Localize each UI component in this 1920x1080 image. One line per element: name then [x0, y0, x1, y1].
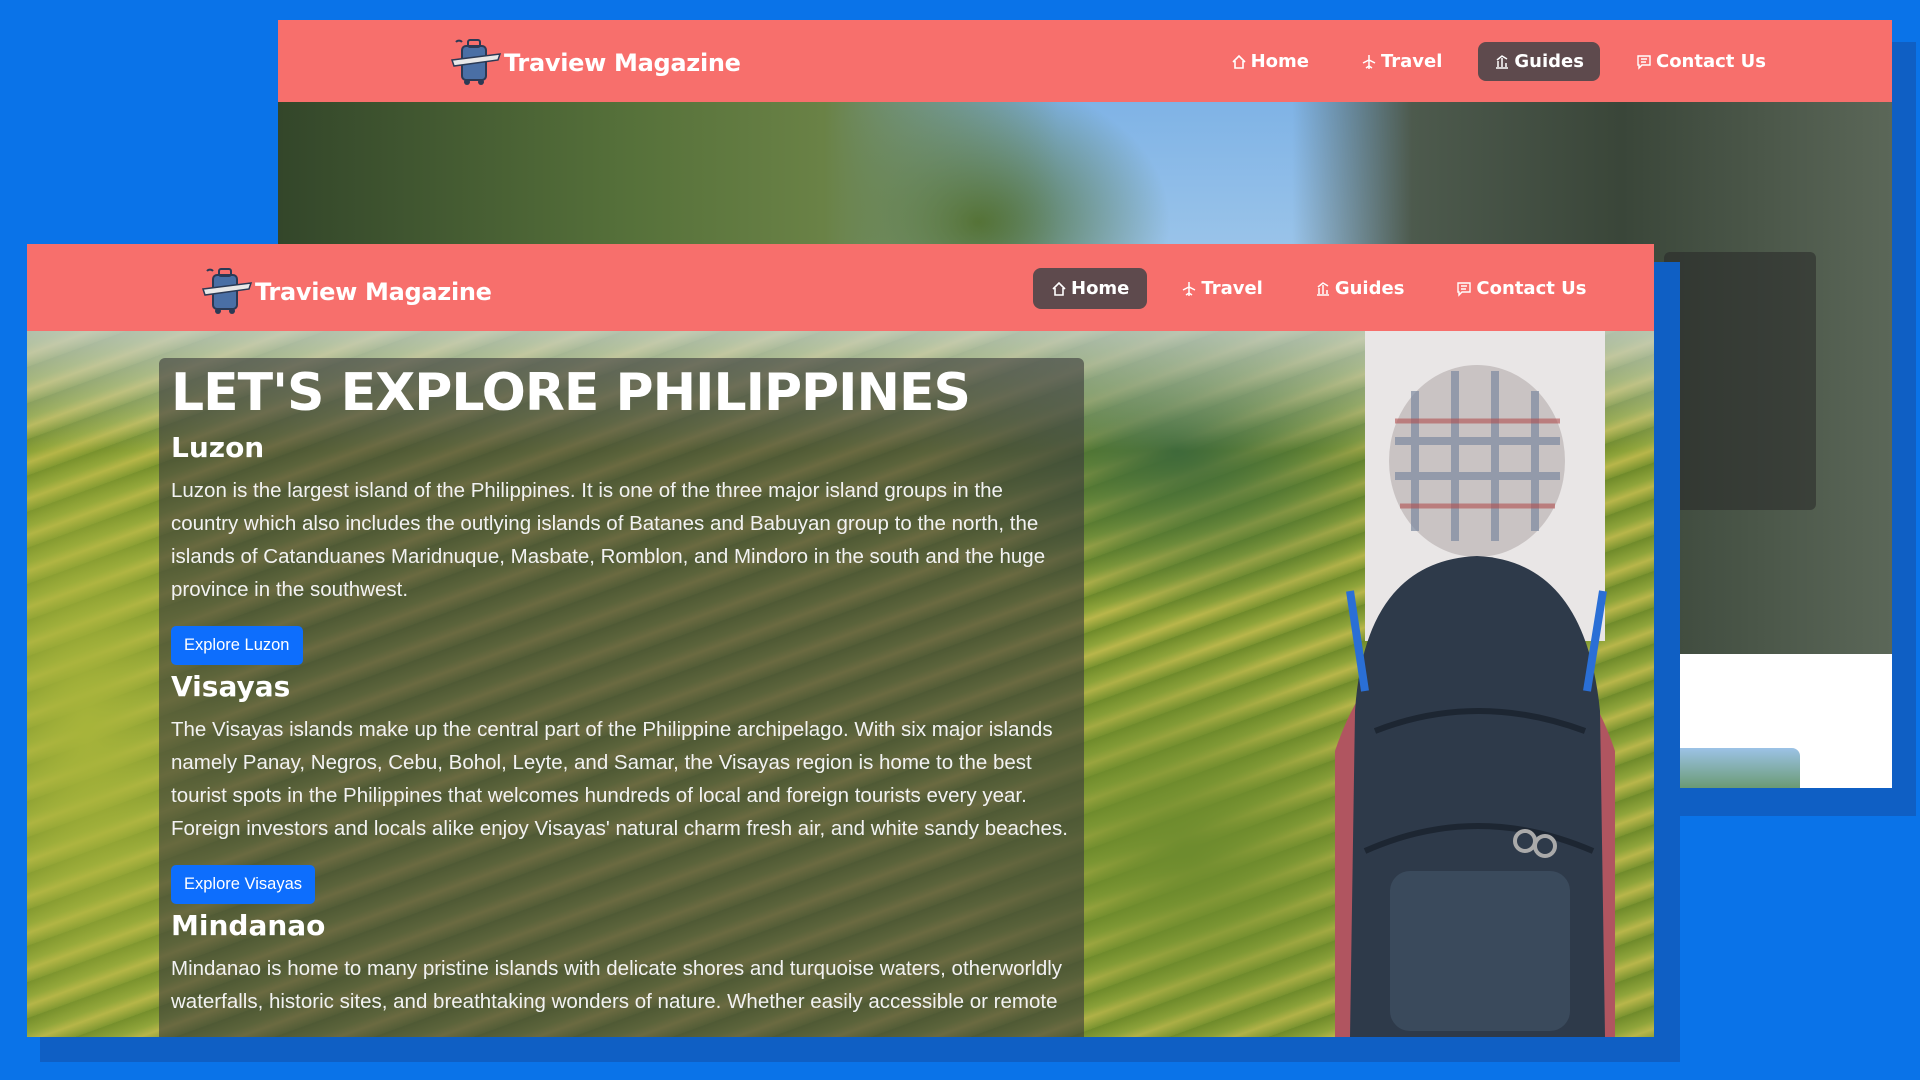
back-nav-contact[interactable]: Contact Us	[1620, 42, 1782, 81]
back-nav-links: Home Travel Guides Contact Us	[1215, 42, 1782, 81]
front-nav-links: Home Travel Guides Contact Us	[1033, 268, 1604, 309]
hero-section: LET'S EXPLORE PHILIPPINES Luzon Luzon is…	[27, 331, 1654, 1037]
front-brand[interactable]: Traview Magazine	[199, 261, 492, 323]
message-icon	[1457, 281, 1472, 297]
front-nav-home-label: Home	[1071, 278, 1130, 299]
back-thumbnail-image[interactable]	[1672, 748, 1800, 788]
section-title-visayas: Visayas	[171, 670, 291, 703]
message-icon	[1637, 54, 1651, 70]
explore-text-panel: LET'S EXPLORE PHILIPPINES Luzon Luzon is…	[159, 358, 1084, 1037]
back-nav-travel-label: Travel	[1380, 51, 1443, 72]
backpacker-image	[1215, 331, 1615, 1037]
back-nav-guides-label: Guides	[1514, 51, 1584, 72]
back-nav-home[interactable]: Home	[1215, 42, 1325, 81]
suitcase-logo-icon	[448, 32, 504, 94]
front-nav-contact[interactable]: Contact Us	[1438, 268, 1604, 309]
plane-icon	[1362, 54, 1376, 69]
back-nav-guides[interactable]: Guides	[1478, 42, 1600, 81]
suitcase-logo-icon	[199, 261, 255, 323]
front-nav-travel[interactable]: Travel	[1163, 268, 1280, 309]
section-body-mindanao: Mindanao is home to many pristine island…	[171, 957, 1063, 1013]
front-navbar: Traview Magazine Home Travel Guides Cont…	[27, 244, 1654, 331]
explore-visayas-button[interactable]: Explore Visayas	[171, 865, 316, 904]
section-body-luzon: Luzon is the largest island of the Phili…	[171, 479, 1046, 601]
front-browser-window: Traview Magazine Home Travel Guides Cont…	[27, 244, 1654, 1037]
home-icon	[1052, 281, 1066, 296]
section-body-visayas: The Visayas islands make up the central …	[171, 718, 1068, 840]
back-nav-home-label: Home	[1250, 51, 1309, 72]
guides-icon	[1496, 54, 1509, 69]
back-brand-name: Traview Magazine	[504, 49, 741, 77]
explore-luzon-button[interactable]: Explore Luzon	[171, 626, 303, 665]
section-title-mindanao: Mindanao	[171, 909, 326, 942]
front-brand-name: Traview Magazine	[255, 278, 492, 306]
front-nav-contact-label: Contact Us	[1476, 278, 1587, 299]
back-brand[interactable]: Traview Magazine	[448, 32, 741, 94]
plane-icon	[1183, 281, 1196, 296]
home-icon	[1231, 54, 1246, 69]
back-dark-panel	[1664, 252, 1816, 510]
page-title: LET'S EXPLORE PHILIPPINES	[171, 363, 971, 423]
back-nav-contact-label: Contact Us	[1655, 51, 1766, 72]
front-nav-guides-label: Guides	[1334, 278, 1405, 299]
section-title-luzon: Luzon	[171, 431, 265, 464]
guides-icon	[1316, 281, 1329, 296]
front-nav-guides[interactable]: Guides	[1297, 268, 1423, 309]
back-navbar: Traview Magazine Home Travel Guides Cont…	[278, 20, 1892, 102]
front-nav-travel-label: Travel	[1201, 278, 1263, 299]
front-nav-home[interactable]: Home	[1033, 268, 1148, 309]
back-nav-travel[interactable]: Travel	[1345, 42, 1458, 81]
